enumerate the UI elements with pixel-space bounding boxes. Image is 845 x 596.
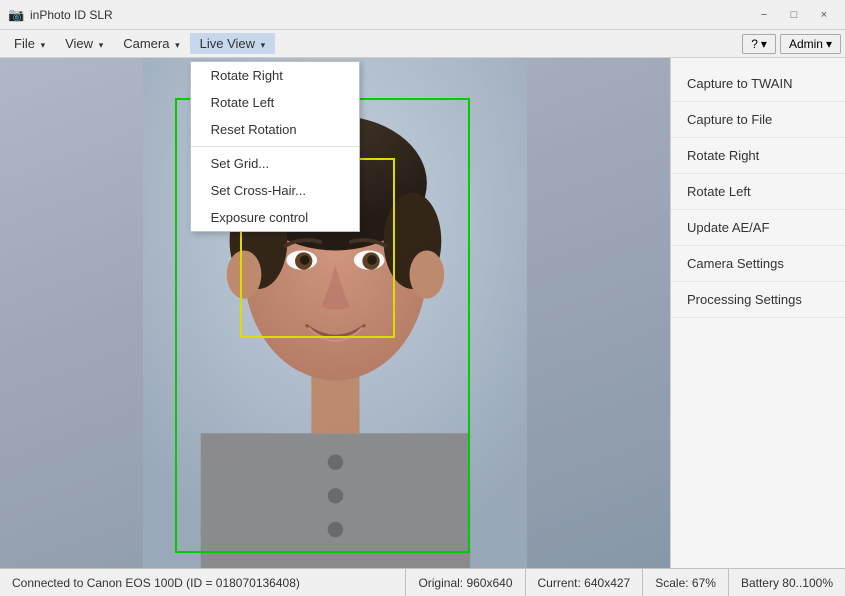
dropdown-exposure-control[interactable]: Exposure control <box>191 204 359 231</box>
rotate-right-button[interactable]: Rotate Right <box>671 138 845 174</box>
view-menu-arrow: ▾ <box>99 40 104 50</box>
camera-menu-arrow: ▾ <box>175 40 180 50</box>
menu-view[interactable]: View ▾ <box>55 33 113 54</box>
menu-liveview[interactable]: Live View ▾ Rotate Right Rotate Left Res… <box>190 33 276 54</box>
dropdown-rotate-right[interactable]: Rotate Right <box>191 62 359 89</box>
dropdown-separator <box>191 146 359 147</box>
status-scale: Scale: 67% <box>643 569 729 596</box>
menu-right: ? ▾ Admin ▾ <box>742 34 841 54</box>
help-button[interactable]: ? ▾ <box>742 34 776 54</box>
menu-file[interactable]: File ▾ <box>4 33 55 54</box>
status-current: Current: 640x427 <box>526 569 644 596</box>
status-battery: Battery 80..100% <box>729 569 845 596</box>
close-button[interactable]: × <box>811 5 837 25</box>
window-controls: − □ × <box>751 5 837 25</box>
update-aeaf-button[interactable]: Update AE/AF <box>671 210 845 246</box>
status-connection: Connected to Canon EOS 100D (ID = 018070… <box>0 569 406 596</box>
menu-camera[interactable]: Camera ▾ <box>113 33 189 54</box>
capture-file-button[interactable]: Capture to File <box>671 102 845 138</box>
minimize-button[interactable]: − <box>751 5 777 25</box>
file-menu-arrow: ▾ <box>41 40 46 50</box>
liveview-dropdown: Rotate Right Rotate Left Reset Rotation … <box>190 61 360 232</box>
liveview-menu-arrow: ▾ <box>261 40 266 50</box>
menu-bar: File ▾ View ▾ Camera ▾ Live View ▾ Rotat… <box>0 30 845 58</box>
dropdown-set-crosshair[interactable]: Set Cross-Hair... <box>191 177 359 204</box>
app-icon: 📷 <box>8 7 24 23</box>
dropdown-set-grid[interactable]: Set Grid... <box>191 150 359 177</box>
maximize-button[interactable]: □ <box>781 5 807 25</box>
camera-settings-button[interactable]: Camera Settings <box>671 246 845 282</box>
processing-settings-button[interactable]: Processing Settings <box>671 282 845 318</box>
capture-twain-button[interactable]: Capture to TWAIN <box>671 66 845 102</box>
right-sidebar: Capture to TWAIN Capture to File Rotate … <box>670 58 845 568</box>
status-original: Original: 960x640 <box>406 569 525 596</box>
title-bar: 📷 inPhoto ID SLR − □ × <box>0 0 845 30</box>
main-content: Capture to TWAIN Capture to File Rotate … <box>0 58 845 568</box>
rotate-left-button[interactable]: Rotate Left <box>671 174 845 210</box>
dropdown-reset-rotation[interactable]: Reset Rotation <box>191 116 359 143</box>
status-bar: Connected to Canon EOS 100D (ID = 018070… <box>0 568 845 596</box>
app-title: inPhoto ID SLR <box>30 8 751 22</box>
dropdown-rotate-left[interactable]: Rotate Left <box>191 89 359 116</box>
admin-button[interactable]: Admin ▾ <box>780 34 841 54</box>
